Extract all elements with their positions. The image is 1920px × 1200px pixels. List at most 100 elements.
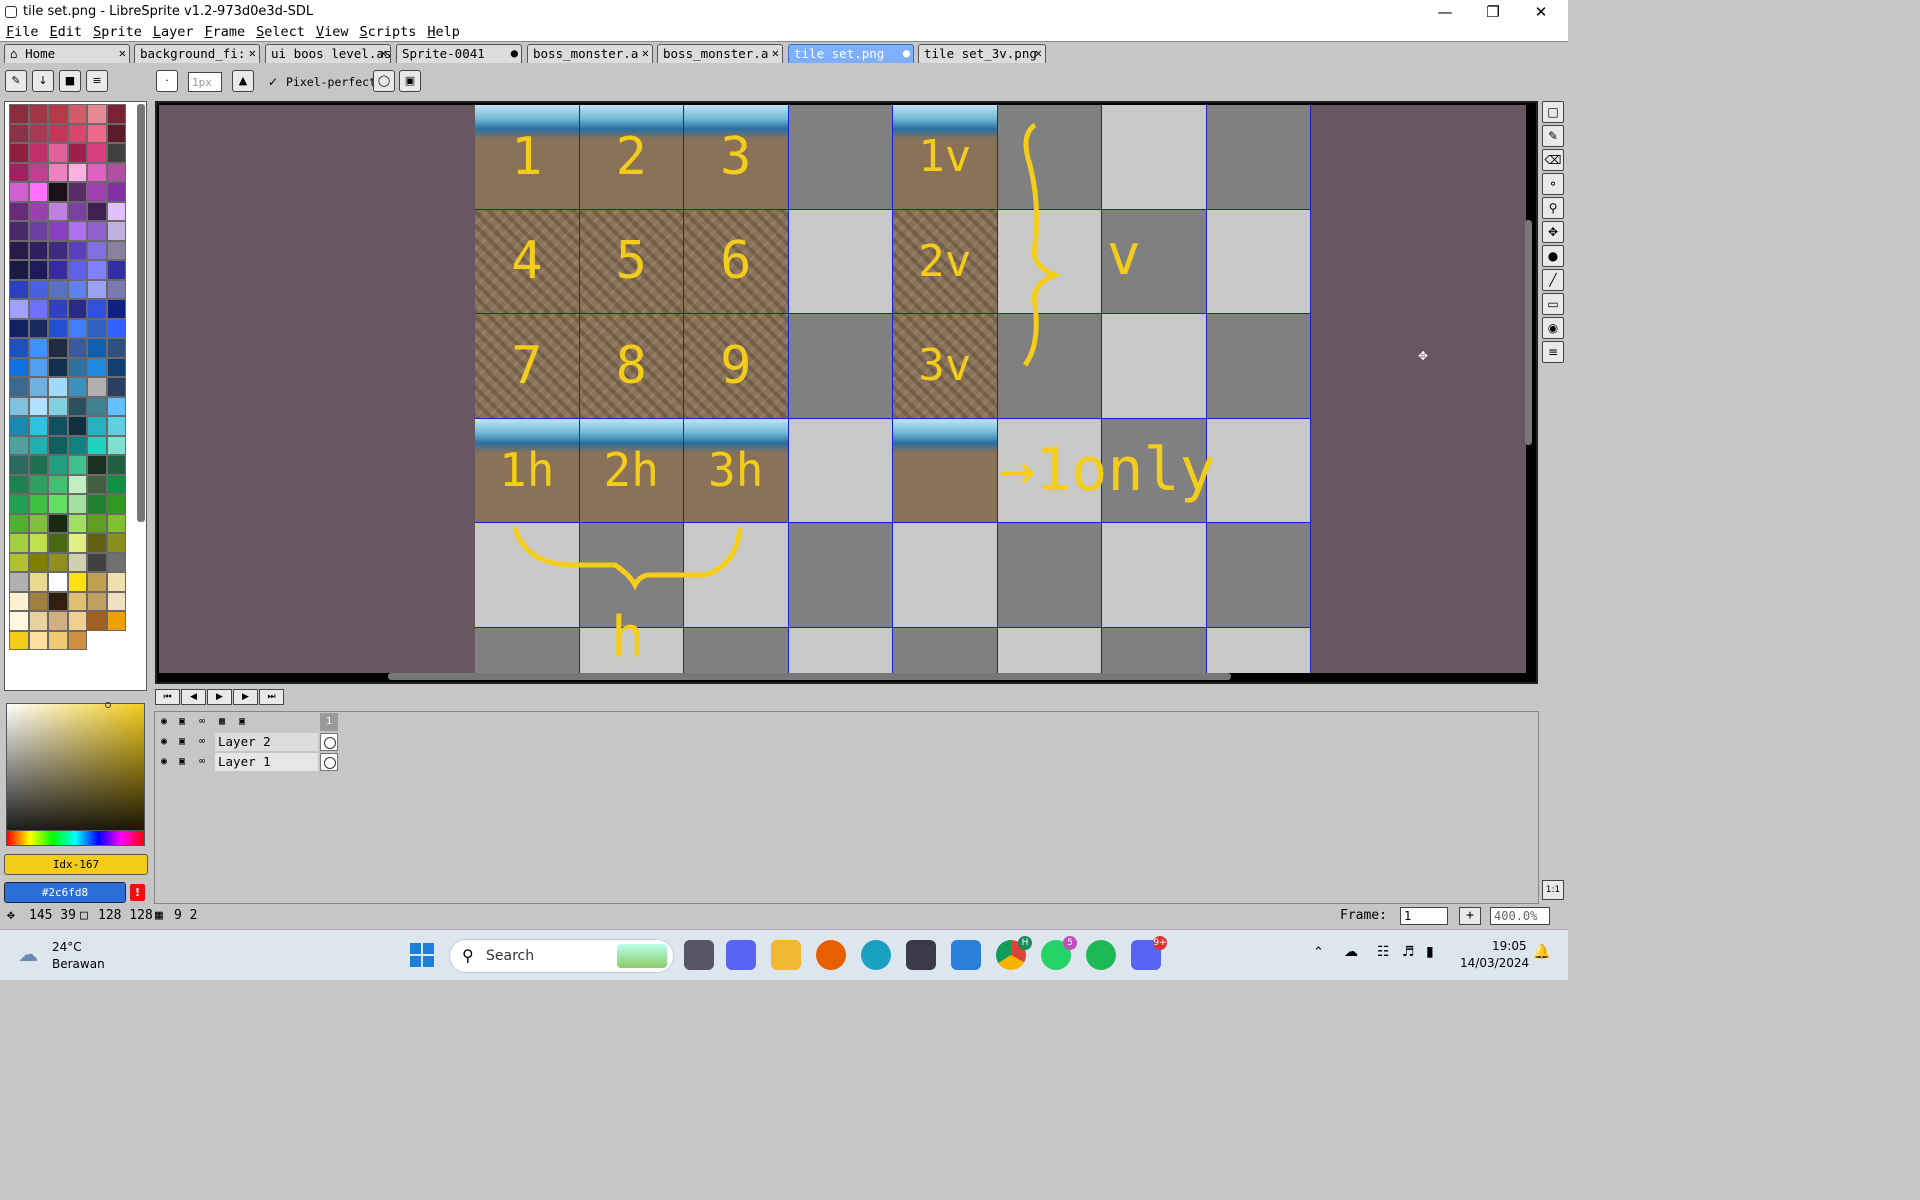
- menu-file[interactable]: File: [6, 24, 39, 40]
- background-color-button[interactable]: #2c6fd8: [4, 882, 126, 903]
- firefox-icon[interactable]: [816, 940, 846, 970]
- minimize-button[interactable]: —: [1422, 0, 1468, 23]
- tab-document[interactable]: boss_monster.a ✕: [657, 44, 783, 63]
- palette-swatch[interactable]: [67, 630, 87, 650]
- palette-swatch[interactable]: [48, 474, 68, 494]
- last-frame-icon[interactable]: ⏭: [259, 689, 284, 705]
- marquee-icon[interactable]: □: [1542, 101, 1564, 123]
- add-frame-icon[interactable]: +: [1459, 907, 1481, 925]
- download-icon[interactable]: ↓: [32, 70, 54, 92]
- palette-swatch[interactable]: [9, 416, 29, 436]
- link-icon[interactable]: ∞: [194, 754, 210, 769]
- palette-swatch[interactable]: [48, 513, 68, 533]
- tab-document[interactable]: background_fi: ✕: [134, 44, 260, 63]
- frame-header-number[interactable]: 1: [320, 713, 338, 731]
- palette-swatch[interactable]: [87, 416, 107, 436]
- palette-swatch[interactable]: [87, 591, 107, 611]
- menu-frame[interactable]: Frame: [205, 24, 246, 40]
- palette-swatch[interactable]: [106, 299, 126, 319]
- libresprite-icon[interactable]: [906, 940, 936, 970]
- palette-swatch[interactable]: [67, 338, 87, 358]
- palette-swatch[interactable]: [48, 260, 68, 280]
- palette-swatch[interactable]: [9, 279, 29, 299]
- palette-swatch[interactable]: [106, 435, 126, 455]
- palette-swatch[interactable]: [106, 396, 126, 416]
- wifi-icon[interactable]: ☷: [1377, 944, 1390, 960]
- palette-swatch[interactable]: [48, 416, 68, 436]
- palette-swatch[interactable]: [106, 104, 126, 124]
- tab-document[interactable]: ui boos level.as ✕: [265, 44, 391, 63]
- palette-swatch[interactable]: [48, 357, 68, 377]
- play-icon[interactable]: ▶: [207, 689, 232, 705]
- close-tab-icon[interactable]: ✕: [249, 45, 256, 62]
- palette-swatch[interactable]: [67, 416, 87, 436]
- palette-swatch[interactable]: [48, 299, 68, 319]
- eraser-icon[interactable]: ⌫: [1542, 149, 1564, 171]
- ink-icon[interactable]: ▲: [232, 70, 254, 92]
- blur-icon[interactable]: ◉: [1542, 317, 1564, 339]
- palette-swatch[interactable]: [48, 123, 68, 143]
- palette-swatch[interactable]: [28, 416, 48, 436]
- palette-swatch[interactable]: [67, 455, 87, 475]
- palette-swatch[interactable]: [87, 104, 107, 124]
- palette-swatch[interactable]: [106, 611, 126, 631]
- palette-swatch[interactable]: [28, 318, 48, 338]
- palette-swatch[interactable]: [48, 591, 68, 611]
- prev-frame-icon[interactable]: ◀: [181, 689, 206, 705]
- palette-swatch[interactable]: [9, 357, 29, 377]
- palette-swatch[interactable]: [67, 591, 87, 611]
- lock-icon[interactable]: ▣: [174, 714, 190, 729]
- menu-sprite[interactable]: Sprite: [93, 24, 142, 40]
- palette-swatch[interactable]: [87, 299, 107, 319]
- palette-swatch[interactable]: [28, 240, 48, 260]
- palette-swatch[interactable]: [9, 182, 29, 202]
- palette-swatch[interactable]: [106, 143, 126, 163]
- modified-dot-icon[interactable]: ●: [511, 45, 518, 62]
- palette-swatch[interactable]: [48, 221, 68, 241]
- palette-swatch[interactable]: [48, 182, 68, 202]
- palette-swatch[interactable]: [28, 201, 48, 221]
- palette-swatch[interactable]: [9, 474, 29, 494]
- palette-swatch[interactable]: [87, 201, 107, 221]
- palette-swatch[interactable]: [48, 201, 68, 221]
- palette-swatch[interactable]: [67, 104, 87, 124]
- sprite-editor[interactable]: 1 2 3 1v 4 5 6 2v 7 8 9 3v 1h 2h 3h v →1only h: [155, 101, 1538, 684]
- symmetry-icon[interactable]: ◯: [373, 70, 395, 92]
- palette-swatch[interactable]: [9, 377, 29, 397]
- link-icon[interactable]: ∞: [194, 734, 210, 749]
- palette-swatch[interactable]: [28, 123, 48, 143]
- palette-swatch[interactable]: [28, 143, 48, 163]
- palette-swatch[interactable]: [48, 435, 68, 455]
- palette-swatch[interactable]: [9, 123, 29, 143]
- palette-swatch[interactable]: [67, 435, 87, 455]
- palette-swatch[interactable]: [87, 572, 107, 592]
- palette-swatch[interactable]: [67, 162, 87, 182]
- menu-edit[interactable]: Edit: [50, 24, 83, 40]
- palette-swatch[interactable]: [67, 143, 87, 163]
- tile-canvas[interactable]: 1 2 3 1v 4 5 6 2v 7 8 9 3v 1h 2h 3h v →1only h: [475, 105, 1311, 673]
- palette-swatch[interactable]: [9, 455, 29, 475]
- close-button[interactable]: ✕: [1518, 0, 1564, 23]
- chrome-icon[interactable]: H: [996, 936, 1032, 970]
- palette-swatch[interactable]: [48, 377, 68, 397]
- palette-swatch[interactable]: [67, 474, 87, 494]
- palette-swatch[interactable]: [106, 357, 126, 377]
- palette-swatch[interactable]: [106, 572, 126, 592]
- palette-swatch[interactable]: [106, 377, 126, 397]
- notepad-icon[interactable]: [951, 940, 981, 970]
- palette-swatch[interactable]: [48, 611, 68, 631]
- palette-swatch[interactable]: [106, 123, 126, 143]
- palette-swatch[interactable]: [106, 552, 126, 572]
- actual-size-icon[interactable]: 1:1: [1542, 880, 1564, 900]
- palette-swatch[interactable]: [87, 552, 107, 572]
- reference-icon[interactable]: ▣: [234, 714, 250, 729]
- palette-swatch[interactable]: [106, 513, 126, 533]
- weather-temp[interactable]: 24°C: [52, 940, 82, 954]
- palette-swatch[interactable]: [67, 299, 87, 319]
- palette-swatch[interactable]: [106, 221, 126, 241]
- edge-icon[interactable]: [861, 940, 891, 970]
- palette-swatch[interactable]: [106, 494, 126, 514]
- palette-swatch[interactable]: [28, 104, 48, 124]
- weather-desc[interactable]: Berawan: [52, 957, 105, 971]
- menu-layer[interactable]: Layer: [153, 24, 194, 40]
